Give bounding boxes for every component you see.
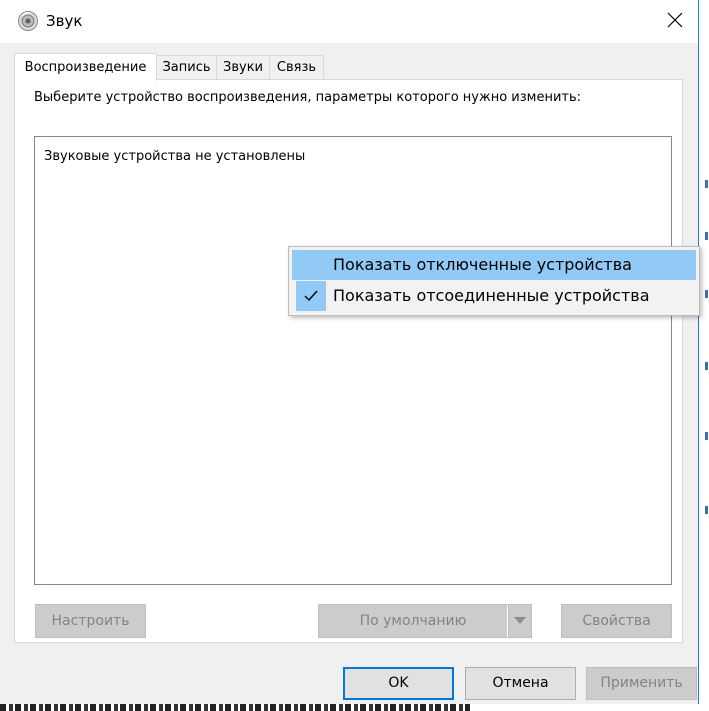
menu-item-show-disconnected-devices[interactable]: Показать отсоединенные устройства (292, 281, 696, 311)
background-mark (705, 232, 708, 240)
title-bar[interactable]: Звук (0, 0, 698, 43)
background-text-fragment (0, 704, 470, 711)
background-mark (705, 432, 708, 440)
empty-list-message: Звуковые устройства не установлены (44, 149, 306, 164)
background-text-strip (0, 704, 709, 711)
properties-button[interactable]: Свойства (561, 604, 672, 638)
menu-item-label: Показать отсоединенные устройства (333, 286, 650, 305)
menu-item-show-disabled-devices[interactable]: Показать отключенные устройства (292, 250, 696, 280)
close-icon (667, 12, 683, 32)
tab-recording[interactable]: Запись (156, 55, 217, 79)
ok-button[interactable]: OK (343, 667, 454, 700)
tab-playback[interactable]: Воспроизведение (14, 53, 157, 81)
checkmark-icon (296, 281, 326, 311)
background-mark (705, 362, 708, 370)
context-menu: Показать отключенные устройства Показать… (288, 246, 700, 316)
close-button[interactable] (652, 0, 698, 43)
tab-communications[interactable]: Связь (269, 55, 324, 79)
sound-dialog: Звук Воспроизведение Запись Звуки Связь … (0, 0, 700, 704)
tab-sounds[interactable]: Звуки (216, 55, 270, 79)
background-mark (705, 506, 708, 514)
device-list[interactable]: Звуковые устройства не установлены (34, 136, 672, 585)
background-mark (705, 290, 708, 298)
speaker-icon (17, 10, 39, 32)
configure-button[interactable]: Настроить (35, 604, 146, 638)
instruction-text: Выберите устройство воспроизведения, пар… (34, 90, 582, 105)
cancel-button[interactable]: Отмена (465, 667, 576, 700)
set-default-button[interactable]: По умолчанию (318, 604, 508, 638)
window-title: Звук (46, 12, 83, 30)
menu-item-label: Показать отключенные устройства (333, 255, 632, 274)
set-default-dropdown-button[interactable] (508, 604, 532, 638)
background-window-edge (699, 0, 709, 711)
background-mark (705, 180, 708, 188)
apply-button[interactable]: Применить (586, 667, 697, 700)
chevron-down-icon (514, 614, 526, 629)
